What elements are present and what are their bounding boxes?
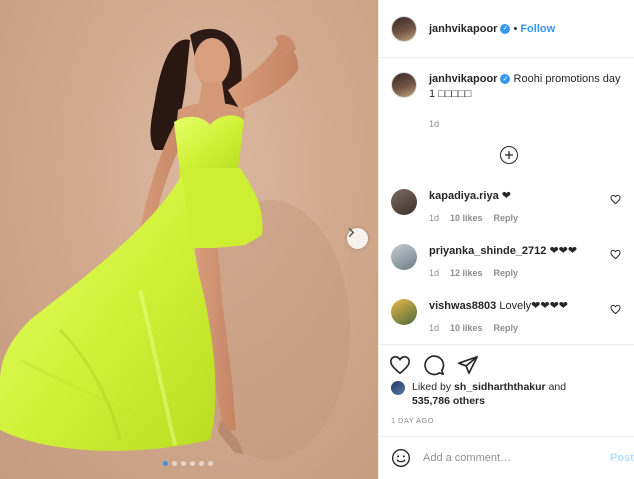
carousel-dot — [208, 461, 213, 466]
likes-prefix: Liked by — [412, 381, 452, 393]
emoji-icon[interactable] — [391, 448, 411, 468]
reply-button[interactable]: Reply — [494, 321, 519, 335]
carousel-indicator — [163, 461, 213, 466]
share-icon[interactable] — [457, 354, 479, 376]
commenter-username[interactable]: kapadiya.riya — [429, 190, 499, 202]
plus-circle-icon — [505, 151, 513, 159]
carousel-dot — [199, 461, 204, 466]
heart-icon[interactable] — [610, 304, 621, 315]
header-separator: • — [513, 22, 518, 35]
post-actions — [379, 344, 634, 384]
chevron-right-icon — [348, 228, 355, 237]
carousel-dot — [190, 461, 195, 466]
add-comment-bar: Post — [379, 436, 634, 479]
comment-item: kapadiya.riya ❤ 1d 10 likes Reply — [391, 189, 629, 225]
caption-timestamp[interactable]: 1d — [429, 117, 629, 132]
likes-and: and — [548, 381, 567, 393]
carousel-dot-active — [163, 461, 168, 466]
comment-text: ❤ — [501, 190, 511, 202]
commenter-avatar[interactable] — [391, 244, 417, 270]
caption-avatar[interactable] — [391, 72, 417, 98]
post-side-panel: janhvikapoor ✓ • Follow janhvikapoor ✓ Ro… — [378, 0, 634, 479]
comment-time[interactable]: 1d — [429, 211, 439, 225]
load-more-comments-button[interactable] — [500, 146, 518, 164]
comment-item: vishwas8803 Lovely❤❤❤❤ 1d 10 likes Reply — [391, 299, 629, 335]
reply-button[interactable]: Reply — [494, 266, 519, 280]
comment-text: ❤❤❤ — [549, 245, 578, 257]
post-image[interactable] — [0, 0, 378, 479]
comment-item: priyanka_shinde_2712 ❤❤❤ 1d 12 likes Rep… — [391, 244, 629, 280]
post-comment-button[interactable]: Post — [610, 452, 634, 464]
likes-summary: Liked by sh_sidharththakur and 535,786 o… — [391, 380, 566, 408]
comment-input[interactable] — [423, 452, 593, 464]
commenter-avatar[interactable] — [391, 189, 417, 215]
comment-icon[interactable] — [423, 354, 445, 376]
comment-time[interactable]: 1d — [429, 321, 439, 335]
comment-likes[interactable]: 12 likes — [450, 266, 483, 280]
carousel-dot — [172, 461, 177, 466]
heart-icon[interactable] — [610, 194, 621, 205]
comment-time[interactable]: 1d — [429, 266, 439, 280]
post-caption: janhvikapoor ✓ Roohi promotions day 1 □□□… — [391, 72, 629, 132]
comment-likes[interactable]: 10 likes — [450, 321, 483, 335]
commenter-username[interactable]: priyanka_shinde_2712 — [429, 245, 546, 257]
liker-avatar[interactable] — [391, 381, 405, 395]
commenter-username[interactable]: vishwas8803 — [429, 300, 496, 312]
comment-likes[interactable]: 10 likes — [450, 211, 483, 225]
commenter-avatar[interactable] — [391, 299, 417, 325]
author-username[interactable]: janhvikapoor — [429, 23, 497, 35]
author-avatar[interactable] — [391, 15, 417, 42]
likes-count[interactable]: 535,786 others — [412, 395, 485, 407]
carousel-dot — [181, 461, 186, 466]
photo-illustration — [0, 28, 350, 460]
heart-icon[interactable] — [389, 354, 411, 376]
comment-text: Lovely❤❤❤❤ — [499, 300, 569, 312]
verified-badge-icon: ✓ — [500, 74, 511, 85]
heart-icon[interactable] — [610, 249, 621, 260]
post-time-ago[interactable]: 1 DAY AGO — [391, 416, 434, 425]
reply-button[interactable]: Reply — [494, 211, 519, 225]
caption-username[interactable]: janhvikapoor — [429, 73, 497, 85]
follow-button[interactable]: Follow — [520, 23, 555, 35]
next-slide-button[interactable] — [347, 228, 368, 249]
liker-username[interactable]: sh_sidharththakur — [454, 381, 546, 393]
verified-badge-icon: ✓ — [500, 23, 511, 34]
post-header: janhvikapoor ✓ • Follow — [379, 0, 634, 58]
